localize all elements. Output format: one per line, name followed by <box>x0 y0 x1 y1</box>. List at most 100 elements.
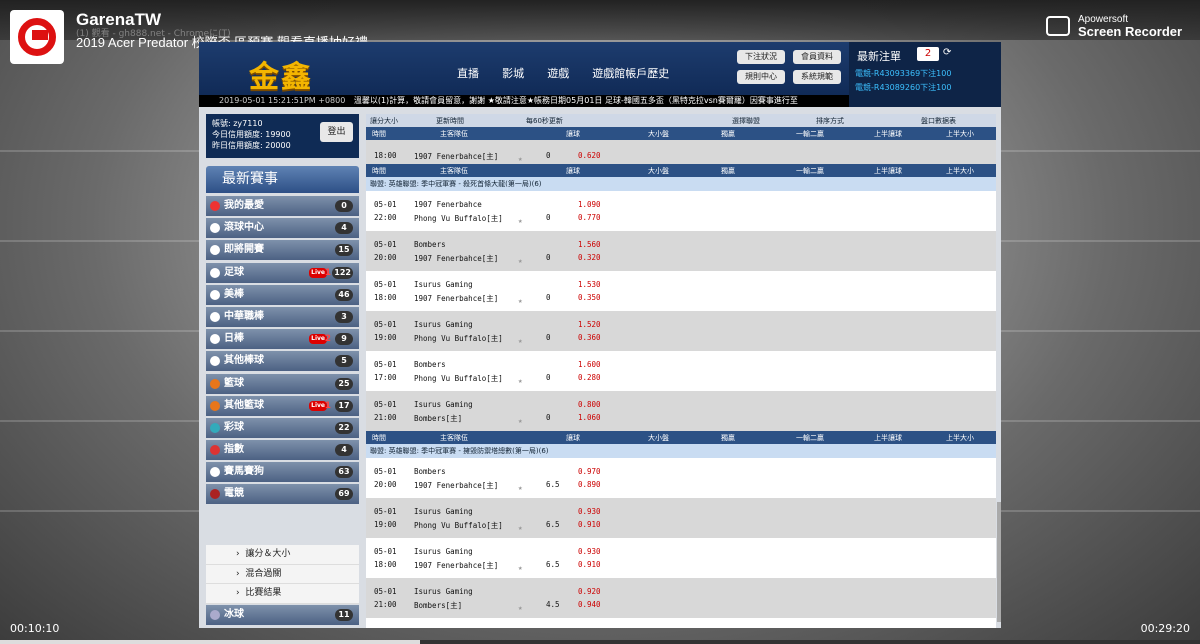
favorite-star-icon[interactable]: ★ <box>518 154 523 163</box>
odds-away[interactable]: 0.770 <box>578 213 601 222</box>
odds-away[interactable]: 0.620 <box>578 151 601 160</box>
handicap-line: 0 <box>546 253 551 262</box>
favorite-star-icon[interactable]: ★ <box>518 376 523 385</box>
latest-bet-item[interactable]: 電競-R43089260下注100 <box>855 82 951 93</box>
sidebar-item[interactable]: 其他棒球 5 <box>206 351 359 372</box>
odds-away[interactable]: 0.940 <box>578 600 601 609</box>
favorite-star-icon[interactable]: ★ <box>518 523 523 532</box>
sidebar-title: 最新賽事 <box>206 166 359 193</box>
sidebar-item-count: 46 <box>335 288 353 301</box>
odds-home[interactable]: 1.090 <box>578 200 601 209</box>
favorite-star-icon[interactable]: ★ <box>518 296 523 305</box>
favorite-star-icon[interactable]: ★ <box>518 336 523 345</box>
favorite-star-icon[interactable]: ★ <box>518 483 523 492</box>
league-header[interactable]: 聯盟: 英雄聯盟: 季中冠軍賽 - 擁毀防禦塔總數(第一局)(6) <box>366 444 996 458</box>
league-header[interactable]: 聯盟: 英雄聯盟: 季中冠軍賽 - 殺死首條大龍(第一局)(6) <box>366 177 996 191</box>
away-team: 1907 Fenerbahce[主] <box>414 561 499 570</box>
match-row[interactable]: 05-01 19:00 Isurus Gaming Phong Vu Buffalo[… <box>366 311 996 351</box>
match-date: 05-01 <box>374 507 397 516</box>
odds-home[interactable]: 0.930 <box>578 547 601 556</box>
column-header: 獨贏 <box>721 130 735 138</box>
favorite-star-icon[interactable]: ★ <box>518 256 523 265</box>
match-row[interactable]: 05-01 17:00 Bombers Phong Vu Buffalo[主] 0 ★ 1.… <box>366 351 996 391</box>
rules-button[interactable]: 規則中心 <box>737 70 785 84</box>
match-row[interactable]: 05-01 21:00 Isurus Gaming Bombers[主] 0 ★ 0.800… <box>366 391 996 431</box>
sidebar-item[interactable]: 其他籃球 Live 1 17 <box>206 395 359 416</box>
match-row[interactable]: 05-01 20:00 Bombers 1907 Fenerbahce[主] 6.5 ★ 0… <box>366 458 996 498</box>
odds-away[interactable]: 0.910 <box>578 560 601 569</box>
odds-away[interactable]: 1.060 <box>578 413 601 422</box>
odds-away[interactable]: 0.320 <box>578 253 601 262</box>
favorite-star-icon[interactable]: ★ <box>518 416 523 425</box>
match-row[interactable]: 05-01 22:00 1907 Fenerbahce Phong Vu Buffal… <box>366 191 996 231</box>
match-date: 05-01 <box>374 587 397 596</box>
sidebar-item-count: 69 <box>335 488 353 501</box>
sub-results[interactable]: › 比賽結果 <box>206 584 359 604</box>
scrollbar[interactable] <box>997 502 1001 622</box>
refresh-icon[interactable]: ⟳ <box>943 47 951 58</box>
betting-site: 金鑫 直播 影城 遊戲 遊戲館帳戶歷史 下注狀況 會員資料 規則中心 系統規範 … <box>199 42 1001 628</box>
system-rules-button[interactable]: 系統規範 <box>793 70 841 84</box>
toolbar-refresh-interval[interactable]: 每60秒更新 <box>526 116 563 126</box>
toolbar-sort[interactable]: 排序方式 <box>816 116 844 126</box>
odds-home[interactable]: 1.600 <box>578 360 601 369</box>
sidebar-item[interactable]: 日棒 Live 2 9 <box>206 329 359 350</box>
sidebar-item[interactable]: 美棒 46 <box>206 284 359 305</box>
nav-account-history[interactable]: 遊戲館帳戶歷史 <box>592 65 669 81</box>
column-header: 主客隊伍 <box>440 167 468 175</box>
video-progress[interactable] <box>0 640 1200 644</box>
odds-away[interactable]: 0.350 <box>578 293 601 302</box>
nav-cinema[interactable]: 影城 <box>502 65 524 81</box>
odds-away[interactable]: 0.280 <box>578 373 601 382</box>
sidebar-item-label: 滾球中心 <box>224 222 264 234</box>
match-row[interactable]: 05-01 19:00 Isurus Gaming Phong Vu Buffalo[… <box>366 498 996 538</box>
column-header: 一輸二贏 <box>796 434 824 442</box>
toolbar-league-select[interactable]: 選擇聯盟 <box>732 116 760 126</box>
logout-button[interactable]: 登出 <box>320 122 353 142</box>
latest-bet-item[interactable]: 電競-R43093369下注100 <box>855 68 951 79</box>
sidebar-item[interactable]: 彩球 22 <box>206 417 359 438</box>
match-row[interactable]: 05-01 21:00 Isurus Gaming Bombers[主] 4.5 ★ 0.9… <box>366 578 996 618</box>
toolbar-market[interactable]: 讓分大小 <box>370 116 398 126</box>
sidebar-item[interactable]: 籃球 25 <box>206 373 359 394</box>
odds-home[interactable]: 1.560 <box>578 240 601 249</box>
sub-handicap[interactable]: › 讓分＆大小 <box>206 545 359 565</box>
match-time: 21:00 <box>374 413 397 422</box>
sidebar-item[interactable]: 電競 69 <box>206 484 359 505</box>
odds-away[interactable]: 0.360 <box>578 333 601 342</box>
match-row[interactable]: 05-01 18:00 Isurus Gaming 1907 Fenerbahce[主… <box>366 538 996 578</box>
sidebar-item[interactable]: 指數 4 <box>206 440 359 461</box>
toolbar-update-time[interactable]: 更新時間 <box>436 116 464 126</box>
favorite-star-icon[interactable]: ★ <box>518 216 523 225</box>
odds-home[interactable]: 1.530 <box>578 280 601 289</box>
odds-home[interactable]: 0.970 <box>578 467 601 476</box>
odds-away[interactable]: 0.910 <box>578 520 601 529</box>
sidebar-item[interactable]: 賽馬賽狗 63 <box>206 462 359 483</box>
column-header: 時間 <box>372 130 386 138</box>
sub-parlay[interactable]: › 混合過關 <box>206 565 359 584</box>
odds-away[interactable]: 0.890 <box>578 480 601 489</box>
sidebar-item[interactable]: 滾球中心 4 <box>206 218 359 239</box>
nav-games[interactable]: 遊戲 <box>547 65 569 81</box>
odds-home[interactable]: 0.930 <box>578 507 601 516</box>
odds-home[interactable]: 0.920 <box>578 587 601 596</box>
sidebar-item-ice-hockey[interactable]: 冰球 11 <box>206 605 359 627</box>
member-info-button[interactable]: 會員資料 <box>793 50 841 64</box>
nav-live[interactable]: 直播 <box>457 65 479 81</box>
sidebar-item[interactable]: 中華職棒 3 <box>206 306 359 327</box>
bet-status-button[interactable]: 下注狀況 <box>737 50 785 64</box>
odds-home[interactable]: 1.520 <box>578 320 601 329</box>
match-row[interactable]: 05-01 20:00 Bombers 1907 Fenerbahce[主] 0 ★ 1.5… <box>366 231 996 271</box>
site-logo[interactable]: 金鑫 <box>249 52 313 96</box>
match-row[interactable]: 05-01 18:00 Isurus Gaming 1907 Fenerbahce[主… <box>366 271 996 311</box>
baseball-icon <box>210 334 220 345</box>
match-row[interactable]: 18:00 1907 Fenerbahce[主] 0 ★ 0.620 <box>366 140 996 164</box>
sidebar-item[interactable]: 足球 Live 1 122 <box>206 262 359 283</box>
odds-home[interactable]: 0.800 <box>578 400 601 409</box>
sidebar-item[interactable]: 我的最愛 0 <box>206 196 359 216</box>
sidebar-item[interactable]: 即將開賽 15 <box>206 240 359 261</box>
favorite-star-icon[interactable]: ★ <box>518 563 523 572</box>
shield-icon <box>210 223 220 234</box>
favorite-star-icon[interactable]: ★ <box>518 603 523 612</box>
toolbar-odds-table[interactable]: 盤口數据表 <box>921 116 956 126</box>
